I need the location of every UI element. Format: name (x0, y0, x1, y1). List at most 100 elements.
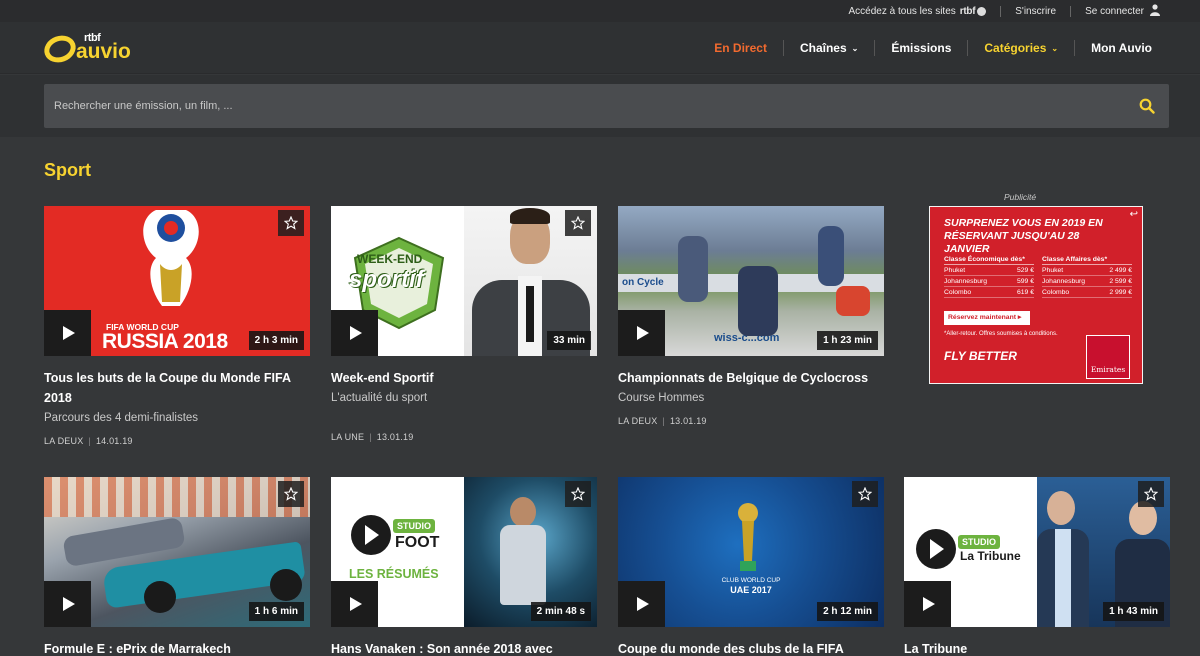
logo-ring-icon (40, 31, 80, 67)
video-thumbnail[interactable]: WEEK-END sportif 33 min (331, 206, 597, 356)
divider (1000, 5, 1002, 17)
date-label: 14.01.19 (95, 436, 133, 446)
play-button[interactable] (904, 581, 951, 627)
auvio-logo[interactable]: rtbf auvio (40, 31, 154, 67)
signup-link[interactable]: S'inscrire (1015, 6, 1056, 17)
star-icon (284, 487, 298, 501)
nav-my-auvio[interactable]: Mon Auvio (1075, 41, 1152, 55)
play-button[interactable] (331, 581, 378, 627)
thumb-text-large: FOOT (395, 534, 440, 551)
play-icon (62, 326, 75, 340)
ad-price: 2 599 € (1100, 275, 1132, 287)
video-card[interactable]: 1 h 6 min Formule E : ePrix de Marrakech (44, 477, 310, 656)
star-icon (571, 487, 585, 501)
play-icon (922, 597, 935, 611)
nav-channels[interactable]: Chaînes ⌄ (784, 41, 874, 55)
studio-play-triangle (365, 525, 379, 545)
card-meta: LA UNE | 13.01.19 (331, 432, 597, 442)
ad-slogan: FLY BETTER (944, 349, 1017, 363)
ad-city: Johannesburg (944, 275, 1009, 287)
thumb-text-small: STUDIO (958, 535, 1001, 549)
card-title[interactable]: Week-end Sportif (331, 368, 597, 388)
star-icon (571, 216, 585, 230)
nav-channels-label: Chaînes (799, 41, 847, 55)
date-label: 13.01.19 (376, 432, 414, 442)
ad-headline: Surprenez vous en 2019 en réservant jusq… (944, 217, 1103, 255)
card-title[interactable]: Formule E : ePrix de Marrakech (44, 639, 310, 656)
search-bar-area (0, 75, 1200, 137)
play-button[interactable] (44, 310, 91, 356)
car-wheel (270, 569, 302, 601)
host-shirt (1055, 529, 1071, 627)
video-thumbnail[interactable]: 1 h 6 min (44, 477, 310, 627)
duration-badge: 1 h 43 min (1103, 602, 1164, 621)
favorite-button[interactable] (278, 210, 304, 236)
favorite-button[interactable] (1138, 481, 1164, 507)
thumb-text-small: WEEK-END (357, 252, 423, 266)
login-link[interactable]: Se connecter (1085, 6, 1160, 17)
favorite-button[interactable] (565, 210, 591, 236)
video-card[interactable]: STUDIO FOOT LES RÉSUMÉS 2 min 48 s Hans … (331, 477, 597, 656)
video-card[interactable]: WEEK-END sportif 33 min Week-end Sportif… (331, 206, 597, 442)
card-meta: LA DEUX | 14.01.19 (44, 436, 310, 446)
star-icon (858, 487, 872, 501)
date-label: 13.01.19 (669, 416, 707, 426)
all-sites-link[interactable]: Accédez à tous les sites rtbf (849, 6, 987, 17)
duration-badge: 2 h 3 min (248, 331, 304, 350)
player-body (500, 525, 546, 605)
ad-price: 2 999 € (1100, 286, 1132, 298)
play-icon (636, 326, 649, 340)
card-title[interactable]: Tous les buts de la Coupe du Monde FIFA … (44, 368, 310, 408)
play-button[interactable] (618, 310, 665, 356)
video-thumbnail[interactable]: CLUB WORLD CUP UAE 2017 2 h 12 min (618, 477, 884, 627)
video-thumbnail[interactable]: on Cycle wiss-c...com 1 h 23 min (618, 206, 884, 356)
play-button[interactable] (618, 581, 665, 627)
ad-city: Phuket (944, 264, 1009, 276)
card-title[interactable]: Hans Vanaken : Son année 2018 avec (331, 639, 597, 656)
video-thumbnail[interactable]: FIFA WORLD CUP RUSSIA 2018 2 h 3 min (44, 206, 310, 356)
video-card[interactable]: CLUB WORLD CUP UAE 2017 2 h 12 min Coupe… (618, 477, 884, 656)
play-button[interactable] (44, 581, 91, 627)
rtbf-mini-logo: rtbf (959, 5, 976, 17)
video-card[interactable]: STUDIO La Tribune 1 h 43 min La Tribune (904, 477, 1170, 656)
nav-shows[interactable]: Émissions (875, 41, 967, 55)
favorite-button[interactable] (565, 481, 591, 507)
divider: | (662, 416, 665, 426)
video-thumbnail[interactable]: STUDIO La Tribune 1 h 43 min (904, 477, 1170, 627)
card-title[interactable]: La Tribune (904, 639, 1170, 656)
star-icon (284, 216, 298, 230)
card-subtitle: L'actualité du sport (331, 392, 428, 404)
thumb-text-caption: LES RÉSUMÉS (349, 567, 439, 581)
card-title[interactable]: Championnats de Belgique de Cyclocross (618, 368, 884, 388)
card-meta: LA DEUX | 13.01.19 (618, 416, 884, 426)
user-icon (1150, 4, 1160, 16)
ad-cta-button[interactable]: Réservez maintenant ▸ (944, 311, 1030, 325)
channel-label: LA DEUX (618, 416, 658, 426)
advertisement-banner[interactable]: Surprenez vous en 2019 en réservant jusq… (929, 206, 1143, 384)
ad-city: Johannesburg (1042, 275, 1101, 287)
globe-icon (977, 6, 987, 16)
play-button[interactable] (331, 310, 378, 356)
favorite-button[interactable] (852, 481, 878, 507)
favorite-button[interactable] (278, 481, 304, 507)
video-card[interactable]: FIFA WORLD CUP RUSSIA 2018 2 h 3 min Tou… (44, 206, 310, 446)
duration-badge: 1 h 23 min (817, 331, 878, 350)
section-title: Sport (44, 160, 91, 180)
card-title[interactable]: Coupe du monde des clubs de la FIFA (618, 639, 884, 656)
ad-price: 529 € (1008, 264, 1034, 276)
play-icon (349, 597, 362, 611)
search-input[interactable] (54, 84, 1114, 128)
club-world-cup-trophy (738, 503, 758, 571)
duration-badge: 2 min 48 s (530, 602, 591, 621)
thumb-text-small: on Cycle (622, 277, 664, 288)
presenter-hair (510, 208, 550, 224)
nav-live[interactable]: En Direct (698, 41, 783, 55)
ad-economy-header: Classe Économique dès* (944, 255, 1034, 265)
video-thumbnail[interactable]: STUDIO FOOT LES RÉSUMÉS 2 min 48 s (331, 477, 597, 627)
ad-close-icon[interactable]: ↩ (1130, 209, 1138, 220)
nav-categories[interactable]: Catégories ⌄ (968, 41, 1074, 55)
spectator-figure (818, 226, 844, 286)
search-icon[interactable] (1139, 98, 1155, 114)
video-card[interactable]: on Cycle wiss-c...com 1 h 23 min Champio… (618, 206, 884, 426)
player-head (510, 497, 536, 527)
